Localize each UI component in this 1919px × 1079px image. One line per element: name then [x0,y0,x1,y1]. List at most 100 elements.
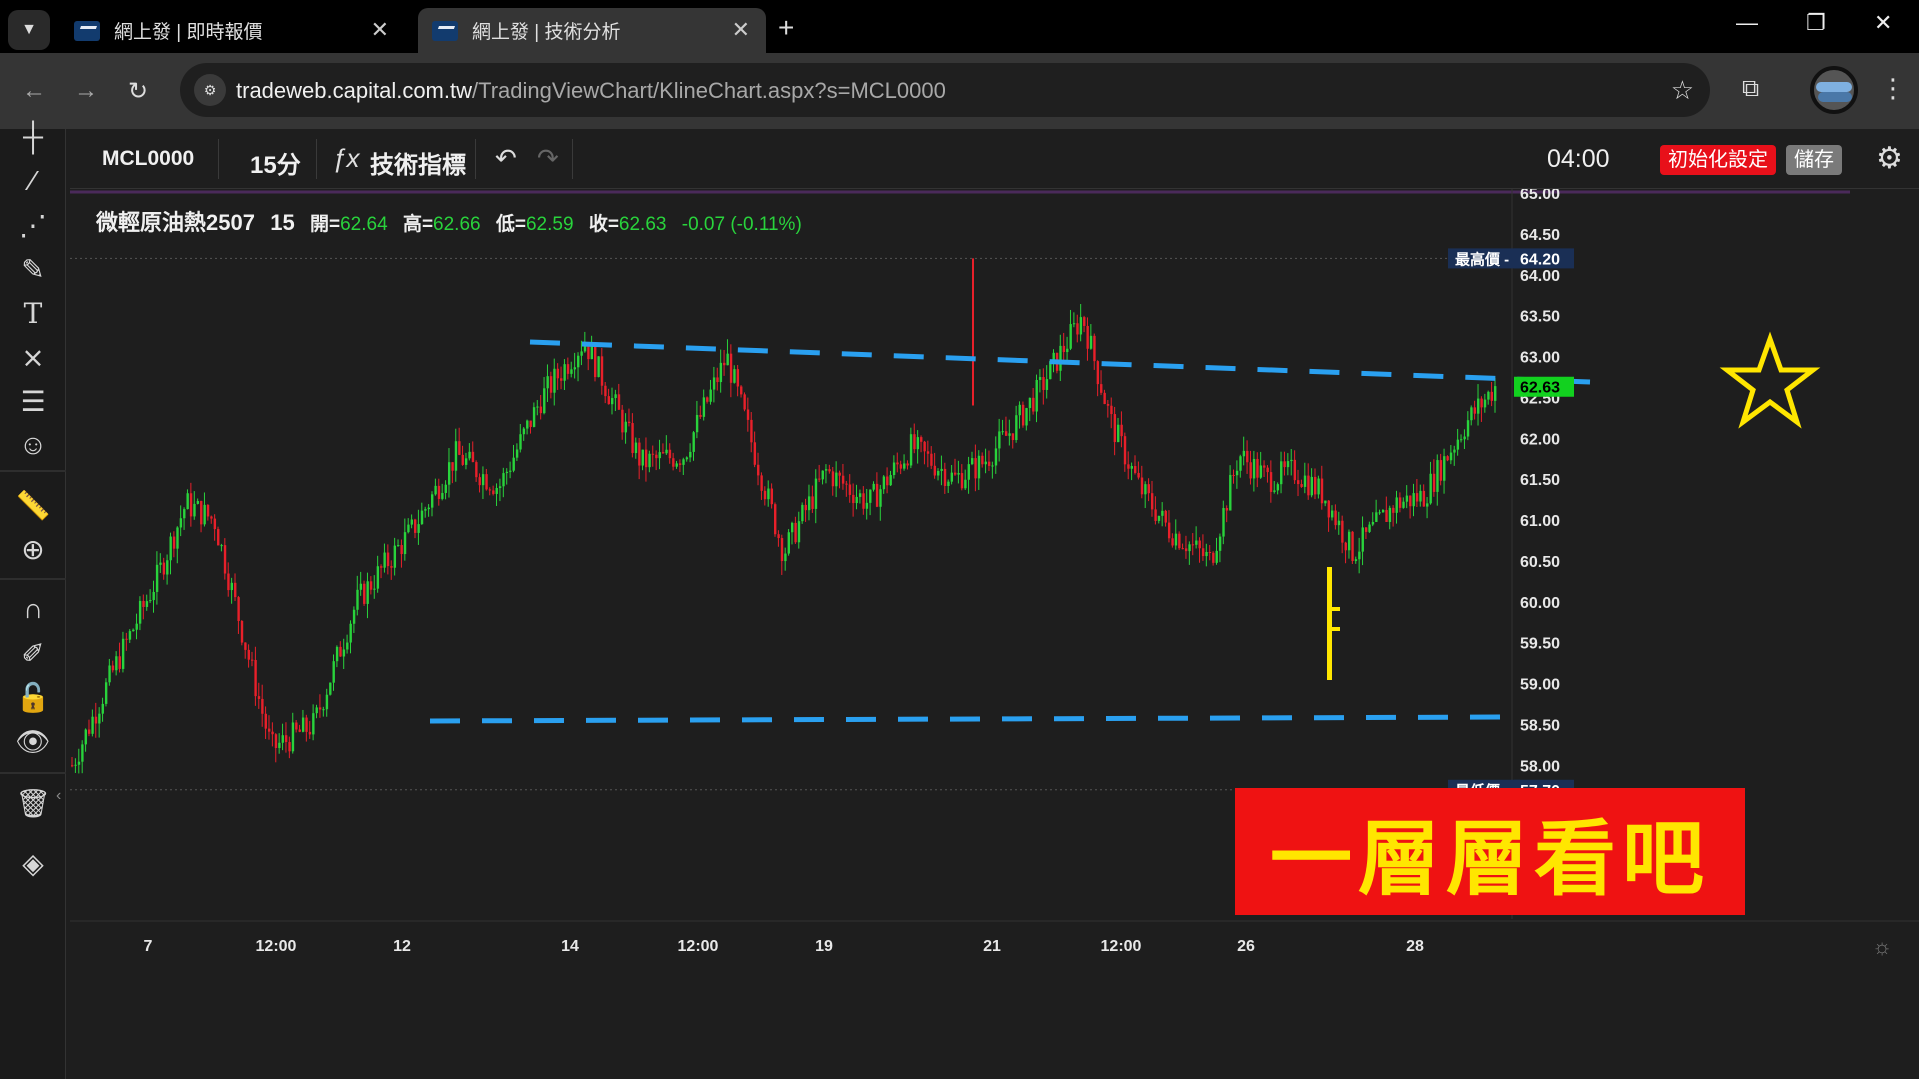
open-value: 62.64 [340,214,388,235]
symbol-search[interactable]: MCL0000 [102,147,194,171]
high-value: 62.66 [433,214,481,235]
candle-body [193,503,196,517]
candle-body [889,475,892,486]
candle-body [1059,345,1062,371]
candle-body [220,545,223,547]
candle-body [1215,550,1218,563]
candle-body [1110,405,1113,415]
candle-body [672,458,675,467]
candle-body [386,552,390,567]
candle-body [376,566,380,589]
reload-icon[interactable]: ↻ [128,77,148,106]
candle-body [1419,490,1422,502]
profile-avatar[interactable] [1810,66,1858,114]
extreme-price-value: 64.20 [1520,251,1560,268]
candle-body [753,442,757,465]
candle-body [1358,551,1361,560]
chart-toolbar: MCL0000 15分 ƒx 技術指標 ↶ ↷ 04:00 初始化設定 儲存 ⚙ [70,129,1919,189]
candle-body [1008,433,1011,436]
candle-body [458,441,461,455]
restore-icon[interactable]: ❐ [1806,10,1826,36]
candle-body [1422,490,1426,507]
layers-icon[interactable]: ◈ [14,844,52,882]
unlock-icon[interactable]: 🔓 [14,678,52,716]
candle-body [424,509,427,511]
candle-body [624,421,627,433]
browser-tab-bar: ▼ 網上發 | 即時報價 ✕ 網上發 | 技術分析 ✕ + — ❐ ✕ [0,0,1919,53]
candle-body [1446,456,1449,461]
text-tool-icon[interactable]: T [14,294,52,332]
close-icon[interactable]: ✕ [732,17,750,43]
candle-body [967,464,970,480]
divider [0,772,66,774]
candle-body [665,449,668,454]
browser-menu-icon[interactable]: ⋮ [1880,73,1906,104]
pattern-tool-icon[interactable]: ⨯ [14,338,52,376]
close-icon[interactable]: ✕ [371,17,389,43]
magnet-icon[interactable]: ∩ [14,590,52,628]
reset-settings-button[interactable]: 初始化設定 [1660,145,1776,175]
visibility-eye-icon[interactable]: 👁 [14,722,52,760]
interval-selector[interactable]: 15分 [250,145,301,180]
change-value: -0.07 (-0.11%) [681,214,802,235]
price-chart[interactable]: 65.0064.5064.0063.5063.0062.5062.0061.50… [70,189,1919,1079]
candle-body [451,462,454,471]
candle-body [1066,348,1069,353]
candle-body [315,707,318,714]
candle-body [801,504,804,522]
crosshair-icon[interactable]: ┼ [14,118,52,156]
collapse-chevron-icon[interactable]: ‹ [56,787,61,805]
back-arrow-icon[interactable]: ← [22,77,46,105]
tab-search-chevron-icon[interactable]: ▼ [8,10,50,50]
candle-body [468,451,471,459]
candle-body [767,488,770,500]
candle-body [1385,509,1388,522]
candle-body [1463,436,1466,440]
candle-body [1042,377,1045,390]
trend-line-icon[interactable]: ⁄ [14,162,52,200]
candle-body [617,394,621,410]
lock-drawing-icon[interactable]: ✐ [14,634,52,672]
candle-body [410,519,414,525]
site-info-icon[interactable]: ⚙ [194,74,226,106]
candle-body [743,394,746,410]
new-tab-plus-icon[interactable]: + [778,12,794,44]
redo-icon[interactable]: ↷ [537,143,559,174]
candle-body [706,397,709,402]
settings-gear-icon[interactable]: ⚙ [1876,141,1903,176]
fib-tool-icon[interactable]: ⋰ [14,206,52,244]
tab-realtime-quotes[interactable]: 網上發 | 即時報價 ✕ [60,8,405,53]
candle-body [923,441,926,452]
ruler-icon[interactable]: 📏 [14,486,52,524]
minimize-icon[interactable]: — [1736,10,1758,36]
url-input[interactable]: ⚙ tradeweb.capital.com.tw/TradingViewCha… [180,63,1710,117]
candle-body [621,409,624,433]
candle-body [329,682,332,695]
time-tick-label: 12:00 [1101,938,1142,955]
candle-body [872,483,875,490]
emoji-icon[interactable]: ☺ [14,426,52,464]
zoom-in-icon[interactable]: ⊕ [14,530,52,568]
indicators-button[interactable]: 技術指標 [370,145,466,180]
indicator-fx-icon[interactable]: ƒx [332,143,359,174]
extensions-puzzle-icon[interactable]: ⧉ [1742,75,1759,103]
candle-body [821,470,824,480]
bookmark-star-icon[interactable]: ☆ [1671,75,1694,106]
candle-body [234,582,237,598]
window-close-icon[interactable]: ✕ [1874,10,1892,36]
brush-icon[interactable]: ✎ [14,250,52,288]
candle-body [461,454,464,465]
candle-body [1134,466,1137,473]
tab-technical-analysis[interactable]: 網上發 | 技術分析 ✕ [418,8,766,53]
candle-body [264,713,267,729]
candle-body [610,398,614,405]
candle-body [1388,507,1392,522]
candle-body [505,471,509,474]
undo-icon[interactable]: ↶ [495,143,517,174]
save-button[interactable]: 儲存 [1786,145,1842,175]
prediction-tool-icon[interactable]: ☰ [14,382,52,420]
forward-arrow-icon[interactable]: → [74,77,98,105]
candle-body [719,362,723,383]
trash-icon[interactable]: 🗑 [14,784,52,822]
candle-body [1494,386,1497,401]
